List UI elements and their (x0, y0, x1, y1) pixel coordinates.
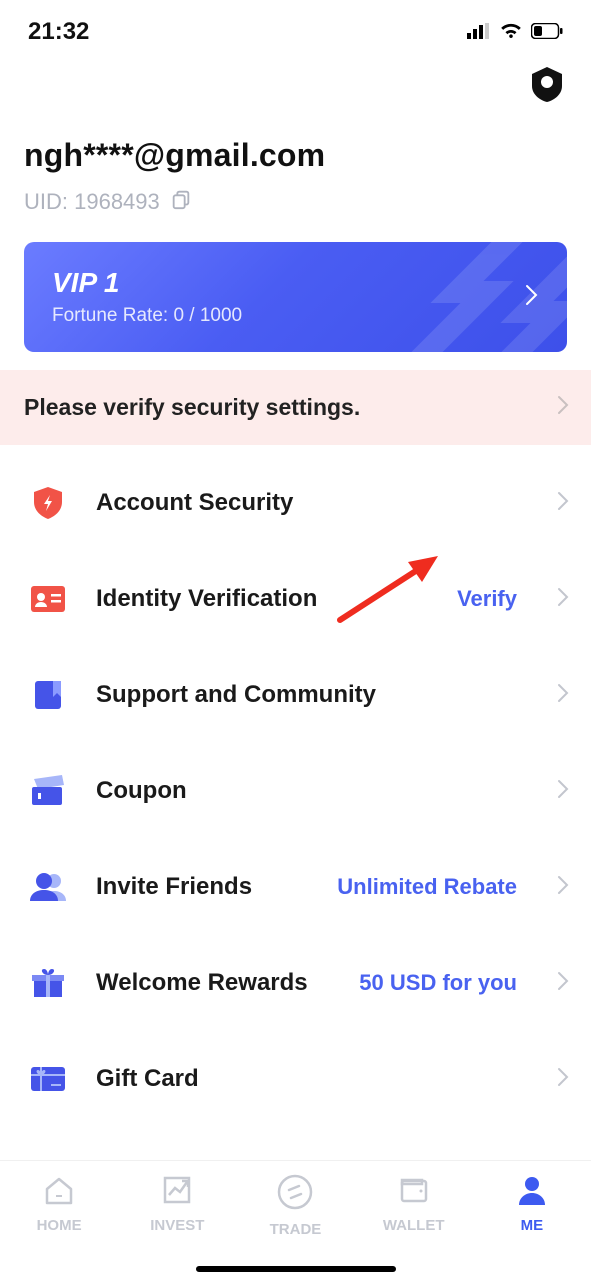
nav-label: ME (521, 1217, 544, 1234)
nav-label: HOME (37, 1217, 82, 1234)
menu-item-account-security[interactable]: Account Security (0, 455, 591, 551)
bottom-nav: HOME INVEST TRADE WALLET ME (0, 1160, 591, 1280)
chevron-right-icon (557, 1067, 569, 1092)
vip-title: VIP 1 (52, 267, 242, 299)
menu-item-label: Identity Verification (96, 585, 427, 613)
uid-row: UID: 1968493 (0, 180, 591, 236)
home-icon (42, 1173, 76, 1211)
vip-subtitle: Fortune Rate: 0 / 1000 (52, 305, 242, 327)
person-icon (30, 869, 66, 905)
chevron-right-icon (557, 394, 569, 421)
nav-label: INVEST (150, 1217, 204, 1234)
nav-invest[interactable]: INVEST (132, 1173, 222, 1234)
uid-text: UID: 1968493 (24, 189, 160, 215)
person-icon (515, 1173, 549, 1211)
nav-me[interactable]: ME (487, 1173, 577, 1234)
menu-item-invite-friends[interactable]: Invite Friends Unlimited Rebate (0, 839, 591, 935)
wifi-icon (499, 18, 523, 46)
verify-security-banner[interactable]: Please verify security settings. (0, 370, 591, 445)
chevron-right-icon (557, 587, 569, 612)
status-bar: 21:32 (0, 0, 591, 56)
settings-list: Account Security Identity Verification V… (0, 445, 591, 1127)
menu-item-label: Welcome Rewards (96, 969, 329, 997)
chevron-right-icon (557, 875, 569, 900)
menu-item-identity-verification[interactable]: Identity Verification Verify (0, 551, 591, 647)
menu-item-label: Coupon (96, 777, 527, 805)
battery-icon (531, 18, 563, 46)
id-card-icon (30, 581, 66, 617)
home-indicator (196, 1266, 396, 1272)
gift-card-icon (30, 1061, 66, 1097)
copy-icon[interactable] (170, 188, 192, 216)
bookmark-icon (30, 677, 66, 713)
wallet-icon (397, 1173, 431, 1211)
chevron-right-icon (557, 971, 569, 996)
banner-text: Please verify security settings. (24, 394, 360, 421)
menu-item-accent: 50 USD for you (359, 970, 517, 996)
status-time: 21:32 (28, 18, 89, 46)
vip-card-decor (407, 242, 567, 352)
menu-item-label: Gift Card (96, 1065, 527, 1093)
menu-item-welcome-rewards[interactable]: Welcome Rewards 50 USD for you (0, 935, 591, 1031)
menu-item-accent: Verify (457, 586, 517, 612)
chevron-right-icon (557, 491, 569, 516)
trade-icon (276, 1173, 314, 1215)
chevron-right-icon (557, 779, 569, 804)
menu-item-label: Account Security (96, 489, 527, 517)
gift-icon (30, 965, 66, 1001)
security-hexagon-icon[interactable] (527, 64, 567, 109)
coupon-icon (30, 773, 66, 809)
vip-card[interactable]: VIP 1 Fortune Rate: 0 / 1000 (24, 242, 567, 352)
invest-icon (160, 1173, 194, 1211)
menu-item-coupon[interactable]: Coupon (0, 743, 591, 839)
nav-trade[interactable]: TRADE (250, 1173, 340, 1238)
menu-item-accent: Unlimited Rebate (337, 874, 517, 900)
menu-item-label: Support and Community (96, 681, 527, 709)
nav-wallet[interactable]: WALLET (369, 1173, 459, 1234)
status-icons (467, 18, 563, 46)
nav-label: TRADE (270, 1221, 322, 1238)
menu-item-gift-card[interactable]: Gift Card (0, 1031, 591, 1127)
user-email: ngh****@gmail.com (0, 109, 591, 180)
nav-home[interactable]: HOME (14, 1173, 104, 1234)
shield-icon (30, 485, 66, 521)
top-actions (0, 56, 591, 109)
chevron-right-icon (557, 683, 569, 708)
menu-item-support-community[interactable]: Support and Community (0, 647, 591, 743)
cellular-icon (467, 18, 491, 46)
menu-item-label: Invite Friends (96, 873, 307, 901)
nav-label: WALLET (383, 1217, 445, 1234)
